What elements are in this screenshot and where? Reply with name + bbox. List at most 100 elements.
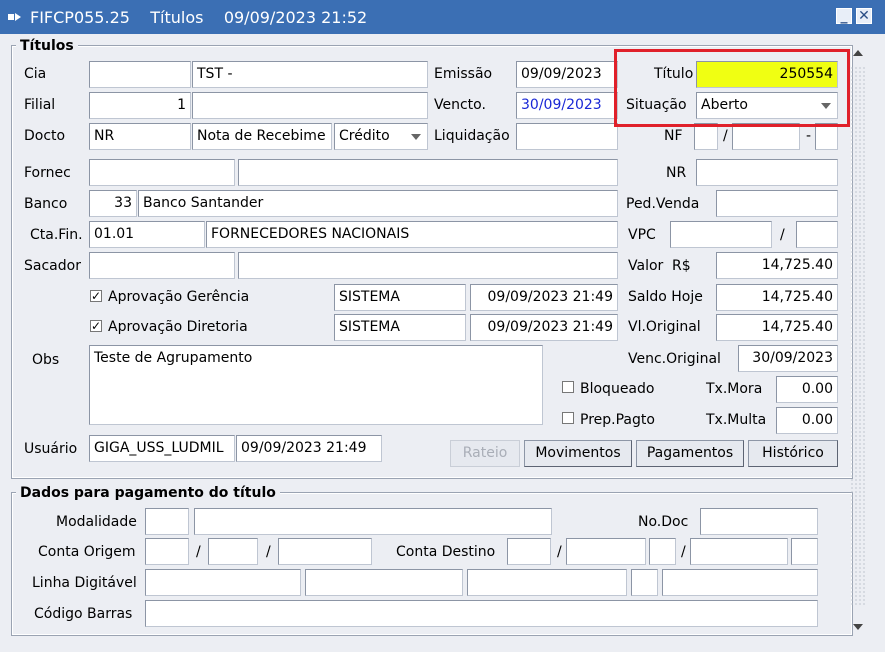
filial-code-field[interactable]: 1 [89,92,191,119]
docto-tipo-dropdown[interactable]: Crédito [334,123,428,150]
conta-origem-field-2[interactable] [208,538,258,565]
conta-origem-field-3[interactable] [278,538,372,565]
modalidade-name-field[interactable] [194,508,552,535]
aprov-diretoria-user-field[interactable]: SISTEMA [334,314,466,341]
nf-field-3[interactable] [815,123,838,150]
usuario-label: Usuário [24,441,78,457]
liquidacao-field[interactable] [516,123,618,150]
linha-digitavel-field-1[interactable] [145,569,301,596]
no-doc-label: No.Doc [638,514,689,530]
docto-name-field[interactable]: Nota de Recebime [192,123,332,150]
valor-field[interactable]: 14,725.40 [716,252,838,279]
vl-original-label: Vl.Original [628,319,701,335]
nf-separator-2: - [806,128,812,144]
cta-fin-name-field[interactable]: FORNECEDORES NACIONAIS [206,221,618,248]
docto-label: Docto [24,128,66,144]
check-icon: ✓ [91,289,102,303]
check-icon: ✓ [91,319,102,333]
conta-origem-field-1[interactable] [145,538,189,565]
vertical-scrollbar[interactable] [851,46,867,632]
no-doc-field[interactable] [700,508,818,535]
pagamentos-button[interactable]: Pagamentos [636,440,744,467]
banco-label: Banco [24,196,68,212]
conta-destino-label: Conta Destino [396,544,496,560]
vl-original-field[interactable]: 14,725.40 [716,314,838,341]
fornec-label: Fornec [24,165,71,181]
conta-destino-field-5[interactable] [791,538,818,565]
obs-label: Obs [32,352,60,368]
pagamento-section-title: Dados para pagamento do título [16,485,280,501]
nf-field-1[interactable] [694,123,718,150]
nf-label: NF [664,128,683,144]
ped-venda-label: Ped.Venda [626,196,700,212]
vpc-field-1[interactable] [670,221,772,248]
close-icon[interactable]: ✕ [856,8,872,24]
modalidade-code-field[interactable] [145,508,189,535]
conta-origem-separator-1: / [196,544,201,560]
modalidade-label: Modalidade [56,514,137,530]
sacador-name-field[interactable] [238,252,618,279]
title-bar: FIFCP055.25 Títulos 09/09/2023 21:52 _ ✕ [0,0,885,34]
vencto-label: Vencto. [434,97,486,113]
vpc-field-2[interactable] [796,221,838,248]
linha-digitavel-label: Linha Digitável [32,575,137,591]
conta-destino-field-3[interactable] [649,538,676,565]
movimentos-button[interactable]: Movimentos [524,440,632,467]
cia-name-field[interactable]: TST - [192,61,428,88]
sacador-label: Sacador [24,258,81,274]
ped-venda-field[interactable] [716,190,838,217]
aprov-gerencia-checkbox[interactable]: ✓ [90,290,102,302]
emissao-label: Emissão [434,66,493,82]
scroll-down-icon[interactable] [853,624,863,630]
banco-code-field[interactable]: 33 [89,190,137,217]
rateio-button[interactable]: Rateio [450,440,520,467]
codigo-barras-label: Código Barras [34,606,133,622]
bloqueado-label: Bloqueado [580,381,655,397]
sacador-code-field[interactable] [89,252,235,279]
tx-mora-label: Tx.Mora [706,381,763,397]
aprov-diretoria-date-field[interactable]: 09/09/2023 21:49 [470,314,618,341]
aprov-diretoria-label: Aprovação Diretoria [108,319,248,335]
fornec-name-field[interactable] [238,159,618,186]
minimize-icon[interactable]: _ [836,8,852,24]
banco-name-field[interactable]: Banco Santander [138,190,618,217]
filial-name-field[interactable] [192,92,428,119]
linha-digitavel-field-5[interactable] [662,569,818,596]
vpc-label: VPC [628,227,656,243]
scroll-up-icon[interactable] [853,50,863,56]
fornec-code-field[interactable] [89,159,235,186]
app-icon [8,13,21,21]
vencto-field[interactable]: 30/09/2023 [516,92,618,119]
conta-destino-field-2[interactable] [566,538,646,565]
aprov-diretoria-checkbox[interactable]: ✓ [90,320,102,332]
linha-digitavel-field-3[interactable] [467,569,627,596]
nr-field[interactable] [696,159,838,186]
linha-digitavel-field-2[interactable] [305,569,463,596]
vpc-separator: / [780,227,785,243]
form-window: FIFCP055.25 Títulos 09/09/2023 21:52 _ ✕… [0,0,885,652]
nf-field-2[interactable] [732,123,800,150]
cia-code-field[interactable] [89,61,191,88]
obs-textarea[interactable]: Teste de Agrupamento [89,345,543,425]
usuario-date-field[interactable]: 09/09/2023 21:49 [236,435,382,462]
filial-label: Filial [24,97,56,113]
cta-fin-code-field[interactable]: 01.01 [89,221,205,248]
prep-pagto-checkbox[interactable] [562,412,574,424]
highlight-callout [614,49,850,127]
saldo-hoje-field[interactable]: 14,725.40 [716,284,838,311]
docto-code-field[interactable]: NR [89,123,191,150]
usuario-field[interactable]: GIGA_USS_LUDMIL [89,435,235,462]
aprov-gerencia-date-field[interactable]: 09/09/2023 21:49 [470,284,618,311]
conta-destino-field-1[interactable] [507,538,551,565]
venc-original-field[interactable]: 30/09/2023 [738,345,838,372]
aprov-gerencia-user-field[interactable]: SISTEMA [334,284,466,311]
tx-multa-field[interactable]: 0.00 [776,407,838,434]
tx-mora-field[interactable]: 0.00 [776,376,838,403]
linha-digitavel-field-4[interactable] [631,569,658,596]
bloqueado-checkbox[interactable] [562,381,574,393]
emissao-field[interactable]: 09/09/2023 [516,61,618,88]
codigo-barras-field[interactable] [145,600,818,627]
tx-multa-label: Tx.Multa [706,412,767,428]
historico-button[interactable]: Histórico [748,440,838,467]
conta-destino-field-4[interactable] [690,538,788,565]
